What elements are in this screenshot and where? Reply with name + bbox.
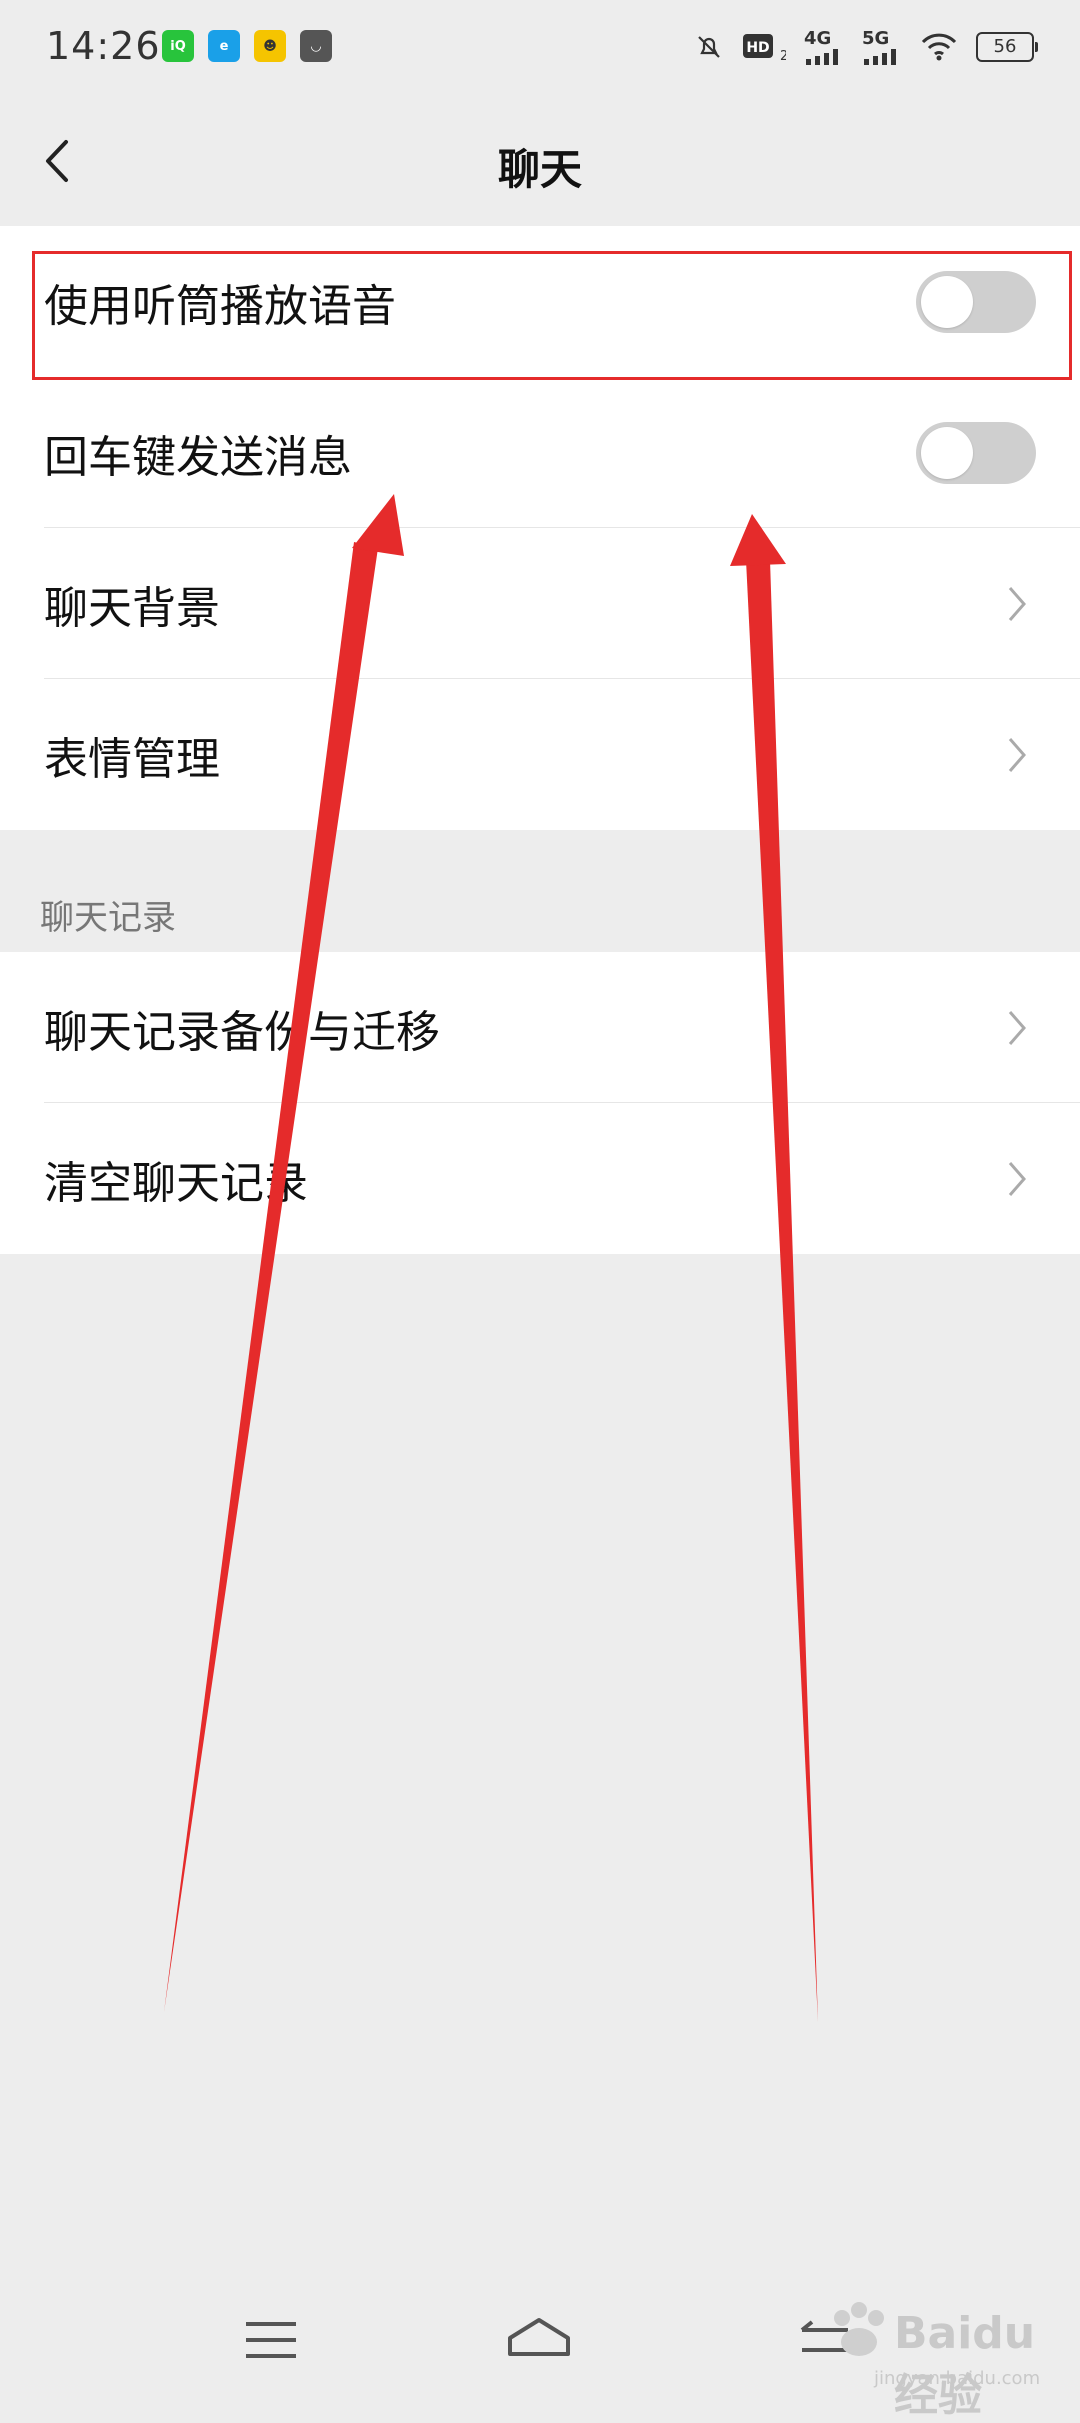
- watermark-text: Baidu经验: [894, 2308, 1036, 2421]
- page-title: 聊天: [497, 145, 582, 194]
- signal-4g: 4G: [804, 28, 844, 65]
- menu-icon[interactable]: [236, 2310, 306, 2370]
- setting-row-clear-history[interactable]: 清空聊天记录: [0, 1103, 1080, 1254]
- setting-label: 回车键发送消息: [44, 431, 352, 483]
- enter-send-toggle[interactable]: [916, 421, 1036, 484]
- chevron-right-icon: [1008, 586, 1026, 621]
- wifi-icon: [921, 33, 957, 60]
- setting-label: 表情管理: [44, 733, 220, 785]
- chat-settings-group: 使用听筒播放语音 回车键发送消息 聊天背景 表情管理: [0, 226, 1080, 830]
- section-title-chat-history: 聊天记录: [40, 898, 176, 938]
- net-type-label: 4G: [804, 28, 832, 49]
- setting-label: 清空聊天记录: [44, 1157, 308, 1209]
- signal-bars-icon: [806, 49, 838, 65]
- setting-row-earpiece[interactable]: 使用听筒播放语音: [0, 226, 1080, 377]
- iqiyi-app-icon: iQ: [162, 30, 194, 62]
- toggle-knob: [921, 426, 973, 479]
- baidu-paw-icon: [834, 2302, 884, 2356]
- setting-label: 聊天背景: [44, 582, 220, 634]
- svg-text:2: 2: [780, 49, 786, 62]
- eleme-app-icon: e: [208, 30, 240, 62]
- signal-bars-icon: [864, 49, 896, 65]
- status-time: 14:26: [46, 24, 161, 68]
- navigation-bar: 聊天: [0, 96, 1080, 226]
- status-indicators: HD 2 4G 5G 56: [694, 28, 1038, 65]
- signal-5g: 5G: [862, 28, 902, 65]
- notification-icons: iQ e ☻ ◡: [162, 30, 332, 62]
- setting-row-enter-send[interactable]: 回车键发送消息: [0, 377, 1080, 528]
- setting-label: 聊天记录备份与迁移: [44, 1006, 440, 1058]
- chevron-right-icon: [1008, 737, 1026, 772]
- svg-text:HD: HD: [746, 40, 769, 56]
- setting-row-chat-background[interactable]: 聊天背景: [0, 528, 1080, 679]
- baidu-watermark: Baidu经验 jingyan.baidu.com: [814, 2290, 1044, 2421]
- shopping-bag-app-icon: ◡: [300, 30, 332, 62]
- status-bar: 14:26 iQ e ☻ ◡ HD 2 4G 5G 56: [0, 0, 1080, 96]
- setting-label: 使用听筒播放语音: [44, 280, 396, 332]
- net-type-label: 5G: [862, 28, 890, 49]
- setting-row-sticker-management[interactable]: 表情管理: [0, 679, 1080, 830]
- setting-row-backup-migrate[interactable]: 聊天记录备份与迁移: [0, 952, 1080, 1103]
- mute-bell-icon: [698, 35, 720, 58]
- toggle-knob: [921, 275, 973, 328]
- battery-icon: 56: [976, 31, 1038, 62]
- chat-history-group: 聊天记录备份与迁移 清空聊天记录: [0, 952, 1080, 1254]
- home-icon[interactable]: [504, 2310, 574, 2370]
- battery-level: 56: [993, 36, 1017, 57]
- chevron-right-icon: [1008, 1161, 1026, 1196]
- meituan-app-icon: ☻: [254, 30, 286, 62]
- watermark-url: jingyan.baidu.com: [874, 2368, 1041, 2389]
- chevron-right-icon: [1008, 1010, 1026, 1045]
- earpiece-toggle[interactable]: [916, 270, 1036, 333]
- hd-call-icon: HD 2: [743, 33, 786, 62]
